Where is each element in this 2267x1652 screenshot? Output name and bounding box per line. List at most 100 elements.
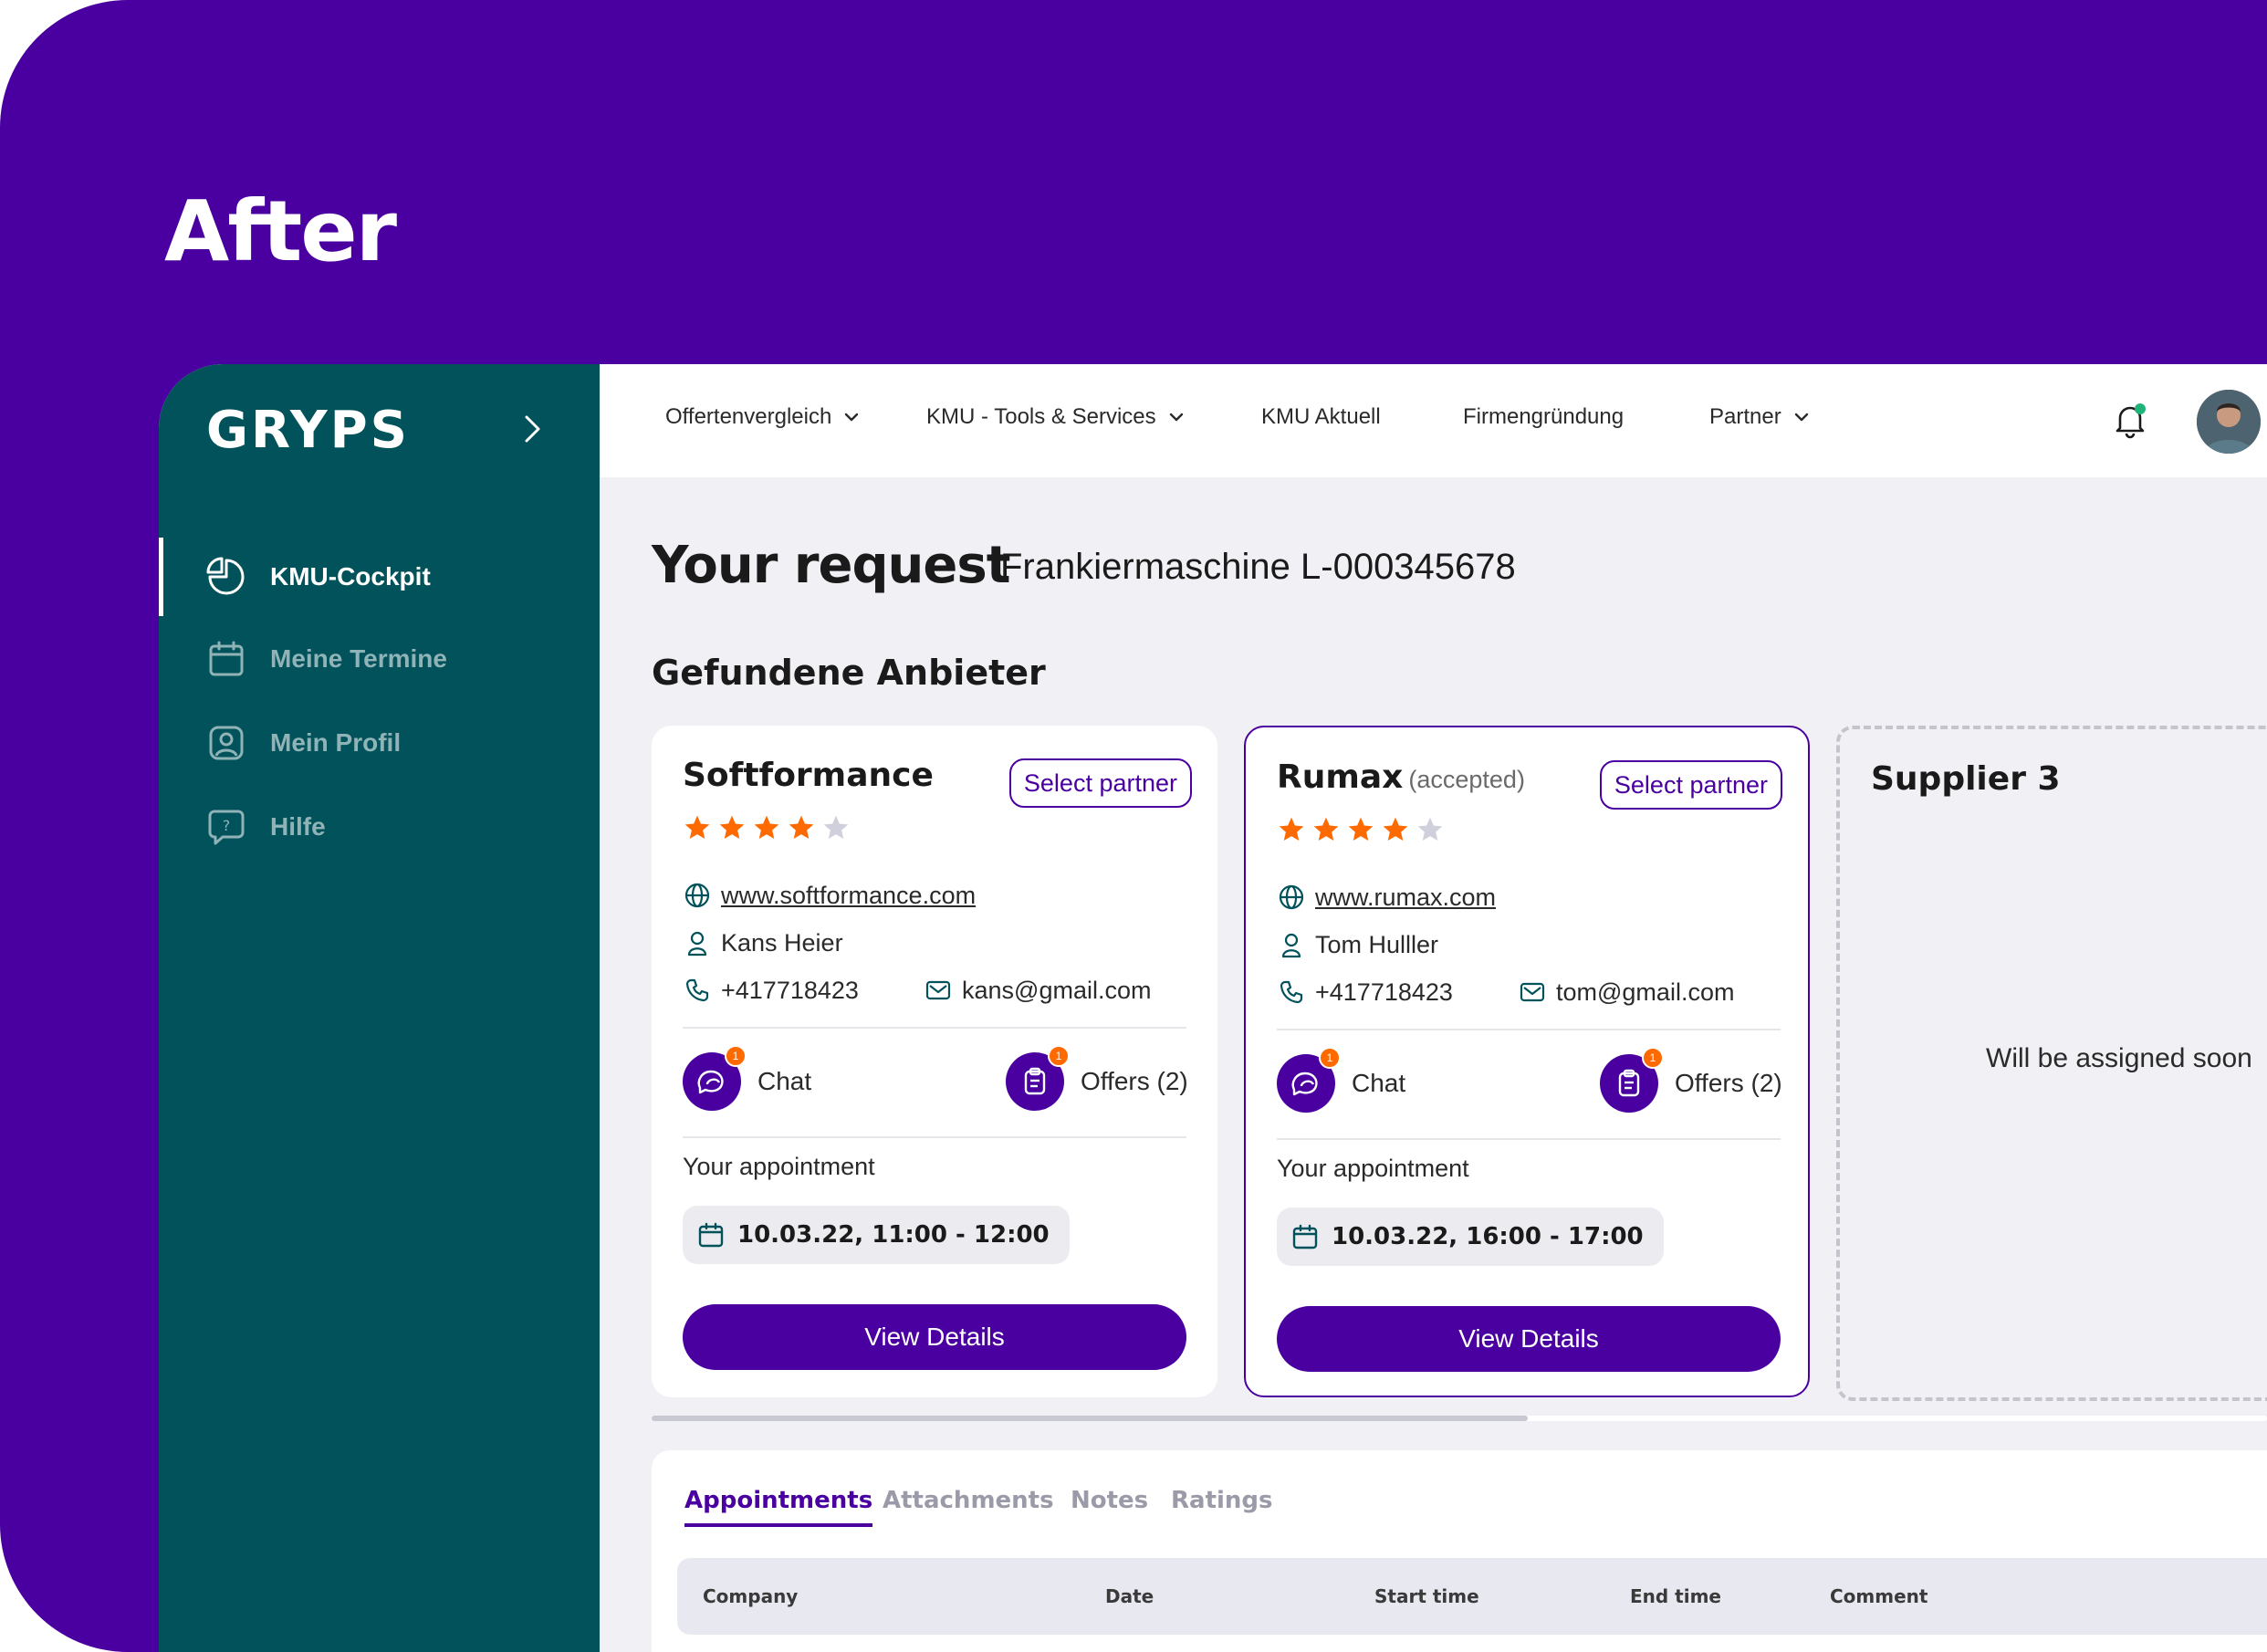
appointment-chip[interactable]: 10.03.22, 11:00 - 12:00 [683, 1206, 1070, 1264]
supplier-website-link[interactable]: www.softformance.com [721, 882, 976, 910]
rating-stars [1277, 815, 1445, 844]
chat-bubble-icon: 1 [1277, 1047, 1341, 1113]
user-avatar[interactable] [2197, 390, 2261, 454]
supplier-phone[interactable]: +417718423 [721, 977, 859, 1005]
card-divider [683, 1027, 1186, 1029]
sidebar-item-mein-profil[interactable]: Mein Profil [159, 704, 600, 782]
card-divider [683, 1136, 1186, 1138]
column-header-company[interactable]: Company [703, 1585, 798, 1607]
star-empty-icon [1417, 817, 1443, 841]
calendar-icon [206, 639, 246, 679]
tab-ratings[interactable]: Ratings [1171, 1487, 1273, 1514]
supplier-website-row: www.softformance.com [683, 881, 976, 910]
tab-appointments[interactable]: Appointments [684, 1487, 873, 1527]
column-header-comment[interactable]: Comment [1830, 1585, 1927, 1607]
clipboard-icon: 1 [1600, 1047, 1664, 1113]
offers-button[interactable]: 1 Offers (2) [1600, 1047, 1782, 1113]
chat-label: Chat [757, 1067, 812, 1095]
app-window: GRYPS KMU-Cockpit Meine Termine Mein Pro… [159, 364, 2267, 1652]
topnav-kmu-tools-services[interactable]: KMU - Tools & Services [926, 404, 1186, 430]
star-filled-icon [684, 815, 710, 839]
column-header-end-time[interactable]: End time [1630, 1585, 1721, 1607]
chevron-down-icon [1169, 413, 1183, 422]
calendar-icon [1290, 1221, 1321, 1252]
cards-scrollbar-thumb[interactable] [652, 1416, 1528, 1421]
topnav-label: KMU Aktuell [1261, 404, 1381, 429]
column-header-start-time[interactable]: Start time [1374, 1585, 1479, 1607]
supplier-phone[interactable]: +417718423 [1315, 978, 1453, 1007]
notification-bell-icon[interactable] [2107, 397, 2153, 443]
appointment-datetime: 10.03.22, 16:00 - 17:00 [1332, 1223, 1644, 1250]
sidebar-item-meine-termine[interactable]: Meine Termine [159, 620, 600, 698]
supplier-card: Softformance Select partner www.softform… [652, 726, 1217, 1397]
supplier-name: Supplier 3 [1871, 760, 2061, 798]
offers-label: Offers (2) [1081, 1067, 1188, 1095]
chevron-down-icon [1794, 413, 1808, 422]
supplier-contact-name: Tom Hulller [1315, 930, 1439, 958]
section-heading-found-suppliers: Gefundene Anbieter [652, 653, 1046, 693]
page-title: Your request [652, 536, 1010, 595]
topnav-partner[interactable]: Partner [1709, 404, 1811, 430]
sidebar-item-label: Hilfe [270, 812, 326, 841]
appointment-label: Your appointment [1277, 1155, 1469, 1182]
appointment-chip[interactable]: 10.03.22, 16:00 - 17:00 [1277, 1208, 1664, 1266]
sidebar-item-kmu-cockpit[interactable]: KMU-Cockpit [159, 538, 600, 616]
chat-label: Chat [1352, 1069, 1406, 1097]
supplier-card-selected: Rumax (accepted) Select partner www.rumax… [1244, 726, 1810, 1397]
topnav-kmu-aktuell[interactable]: KMU Aktuell [1261, 404, 1381, 430]
gryps-logo[interactable]: GRYPS [206, 401, 410, 460]
star-filled-icon [789, 815, 814, 839]
select-partner-button[interactable]: Select partner [1008, 758, 1192, 808]
appointment-datetime: 10.03.22, 11:00 - 12:00 [737, 1221, 1050, 1249]
chat-notification-badge: 1 [1319, 1047, 1341, 1069]
chat-bubble-icon: 1 [683, 1045, 747, 1111]
star-filled-icon [1383, 817, 1408, 841]
sidebar-item-label: KMU-Cockpit [270, 562, 431, 591]
view-details-button[interactable]: View Details [683, 1304, 1186, 1370]
card-divider [1277, 1029, 1781, 1030]
details-panel: Appointments Attachments Notes Ratings C… [652, 1450, 2267, 1652]
offers-notification-badge: 1 [1642, 1047, 1664, 1069]
globe-icon [1277, 883, 1306, 912]
supplier-email-row: tom@gmail.com [1518, 978, 1734, 1007]
view-details-button[interactable]: View Details [1277, 1306, 1781, 1372]
star-filled-icon [754, 815, 779, 839]
star-filled-icon [1279, 817, 1304, 841]
supplier-email-row: kans@gmail.com [924, 976, 1151, 1005]
topnav-offertenvergleich[interactable]: Offertenvergleich [665, 404, 861, 430]
tab-attachments[interactable]: Attachments [883, 1487, 1054, 1514]
star-filled-icon [719, 815, 745, 839]
chat-button[interactable]: 1 Chat [683, 1045, 812, 1111]
chat-notification-badge: 1 [725, 1045, 747, 1067]
supplier-contact-name: Kans Heier [721, 928, 843, 957]
pie-chart-icon [206, 557, 246, 597]
topnav-label: Partner [1709, 404, 1781, 429]
supplier-phone-row: +417718423 [1277, 978, 1453, 1007]
column-header-date[interactable]: Date [1105, 1585, 1154, 1607]
sidebar-item-label: Meine Termine [270, 644, 447, 673]
supplier-email[interactable]: tom@gmail.com [1556, 978, 1734, 1007]
supplier-name: Softformance [683, 757, 934, 794]
tab-notes[interactable]: Notes [1071, 1487, 1148, 1514]
supplier-email[interactable]: kans@gmail.com [962, 977, 1151, 1005]
sidebar: GRYPS KMU-Cockpit Meine Termine Mein Pro… [159, 364, 600, 1652]
phone-icon [683, 976, 712, 1005]
chevron-down-icon [845, 413, 859, 422]
showcase-heading: After [164, 183, 397, 280]
request-subtitle: Frankiermaschine L-000345678 [1000, 547, 1516, 587]
sidebar-collapse-chevron-icon[interactable] [509, 406, 555, 452]
assignment-pending-message: Will be assigned soon [1986, 1043, 2252, 1073]
topnav-label: Firmengründung [1463, 404, 1625, 429]
topnav-firmengruendung[interactable]: Firmengründung [1463, 404, 1624, 430]
person-icon [683, 928, 712, 957]
select-partner-button[interactable]: Select partner [1599, 760, 1782, 810]
sidebar-item-hilfe[interactable]: ? Hilfe [159, 788, 600, 866]
calendar-icon [695, 1219, 726, 1250]
offers-button[interactable]: 1 Offers (2) [1006, 1045, 1188, 1111]
chat-button[interactable]: 1 Chat [1277, 1047, 1406, 1113]
supplier-website-link[interactable]: www.rumax.com [1315, 884, 1496, 912]
topnav-label: KMU - Tools & Services [926, 404, 1156, 429]
offers-notification-badge: 1 [1048, 1045, 1070, 1067]
supplier-placeholder-card: Supplier 3 Will be assigned soon [1836, 726, 2267, 1401]
star-filled-icon [1313, 817, 1339, 841]
